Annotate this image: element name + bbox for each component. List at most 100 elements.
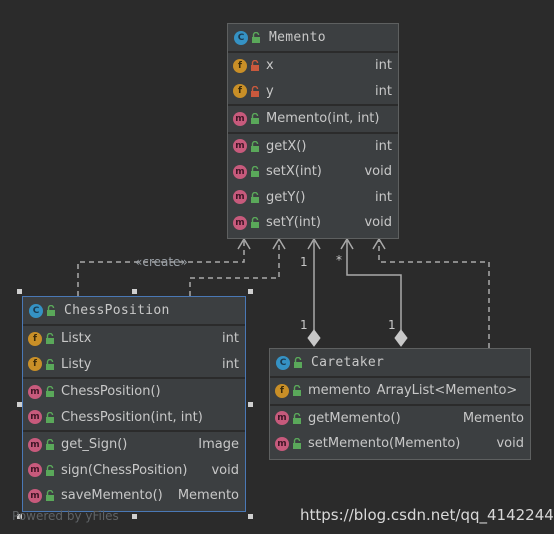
method-return-type: Image [198,437,239,453]
method-icon: m [28,384,42,399]
method-row[interactable]: m setX(int) void [228,159,398,185]
public-lock-icon [251,217,259,229]
public-lock-icon [293,438,301,450]
method-row[interactable]: m getX() int [228,134,398,160]
field-type: int [375,83,392,99]
private-lock-icon [251,60,259,72]
public-lock-icon [294,357,302,368]
chessposition-class-box[interactable]: C ChessPosition f Listx int f Listy int … [22,296,246,512]
public-lock-icon [251,113,259,125]
selection-handle[interactable] [132,514,137,519]
public-lock-icon [46,386,54,398]
method-row[interactable]: m getY() int [228,185,398,211]
method-row[interactable]: m setMemento(Memento) void [270,431,530,457]
public-lock-icon [46,358,54,370]
multiplicity-label: * [336,253,342,267]
method-icon: m [28,488,42,503]
methods-section: m getMemento() Memento m setMemento(Meme… [270,406,530,457]
method-return-type: void [211,462,239,478]
method-icon: m [233,215,247,230]
field-icon: f [275,383,289,398]
constructor-row[interactable]: m ChessPosition(int, int) [23,405,245,431]
method-name: setX(int) [266,164,322,180]
selection-handle[interactable] [248,514,253,519]
method-row[interactable]: m setY(int) void [228,210,398,236]
aggregation-edge-right [346,241,402,330]
class-name: ChessPosition [64,303,170,318]
method-return-type: void [496,436,524,452]
selection-handle[interactable] [17,289,22,294]
method-icon: m [28,437,42,452]
memento-class-box[interactable]: C Memento f x int f y int m Memento(int,… [227,23,399,239]
public-lock-icon [46,490,54,502]
field-row[interactable]: f y int [228,79,398,105]
field-row[interactable]: f x int [228,53,398,79]
method-return-type: Memento [177,488,239,504]
method-row[interactable]: m sign(ChessPosition) void [23,458,245,484]
dependency-edge [189,241,280,296]
selection-handle[interactable] [132,289,137,294]
method-return-type: int [375,189,392,205]
method-name: getMemento() [308,410,401,426]
field-row[interactable]: f memento ArrayList<Memento> [270,378,530,404]
field-name: Listy [61,356,92,372]
public-lock-icon [46,464,54,476]
public-lock-icon [251,166,259,178]
aggregation-diamond [307,329,321,347]
constructor-name: ChessPosition(int, int) [61,409,203,425]
public-lock-icon [293,412,301,424]
class-icon: C [29,303,43,318]
field-name: y [266,83,274,99]
public-lock-icon [252,32,260,43]
fields-section: f x int f y int [228,53,398,106]
field-name: memento [308,383,371,399]
caretaker-class-box[interactable]: C Caretaker f memento ArrayList<Memento>… [269,348,531,460]
method-name: get_Sign() [61,437,128,453]
method-icon: m [233,190,247,205]
public-lock-icon [46,411,54,423]
method-name: sign(ChessPosition) [61,462,188,478]
create-stereotype-label: «create» [135,255,188,269]
method-row[interactable]: m saveMemento() Memento [23,483,245,509]
field-type: int [222,356,239,372]
field-name: Listx [61,331,92,347]
class-icon: C [234,30,248,45]
watermark-url: https://blog.csdn.net/qq_41422448 [300,506,554,524]
method-icon: m [233,164,247,179]
class-name: Memento [269,30,326,45]
field-icon: f [233,84,247,99]
selection-handle[interactable] [248,289,253,294]
public-lock-icon [251,191,259,203]
methods-section: m get_Sign() Image m sign(ChessPosition)… [23,432,245,509]
public-lock-icon [47,305,55,316]
multiplicity-label: 1 [300,255,308,269]
field-type: ArrayList<Memento> [376,383,518,399]
method-name: saveMemento() [61,488,163,504]
method-icon: m [28,463,42,478]
method-icon: m [233,139,247,154]
public-lock-icon [46,333,54,345]
constructor-name: Memento(int, int) [266,111,380,127]
class-name: Caretaker [311,355,385,370]
field-row[interactable]: f Listx int [23,326,245,352]
field-row[interactable]: f Listy int [23,352,245,378]
selection-handle[interactable] [248,402,253,407]
field-name: x [266,58,274,74]
public-lock-icon [293,385,301,397]
constructor-row[interactable]: m ChessPosition() [23,379,245,405]
field-icon: f [28,331,42,346]
method-row[interactable]: m getMemento() Memento [270,406,530,432]
method-return-type: void [364,215,392,231]
method-icon: m [233,111,247,126]
selection-handle[interactable] [17,402,22,407]
constructor-row[interactable]: m Memento(int, int) [228,106,398,132]
memento-class-header: C Memento [228,24,398,53]
public-lock-icon [251,140,259,152]
method-return-type: Memento [462,410,524,426]
fields-section: f memento ArrayList<Memento> [270,378,530,406]
method-row[interactable]: m get_Sign() Image [23,432,245,458]
methods-section: m getX() int m setX(int) void m getY() i… [228,134,398,236]
powered-by-label: Powered by yFiles [12,509,119,523]
class-icon: C [276,355,290,370]
method-icon: m [275,411,289,426]
